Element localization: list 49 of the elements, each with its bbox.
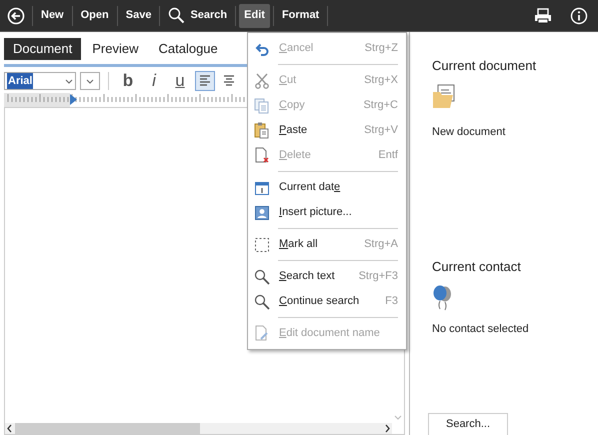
scrollbar-thumb[interactable] <box>15 423 200 434</box>
scissors-icon <box>254 72 270 88</box>
toolbar-button[interactable]: Format <box>276 4 324 28</box>
search-icon <box>168 7 186 24</box>
menu-item[interactable]: Paste Strg+V <box>248 118 406 143</box>
menu-item[interactable]: Current date <box>248 175 406 200</box>
font-size-select[interactable] <box>80 72 100 90</box>
dropdown-icon <box>86 78 94 84</box>
info-icon[interactable] <box>570 6 588 24</box>
back-icon <box>7 6 25 24</box>
search-icon <box>254 268 270 284</box>
toolbar-button[interactable]: Open <box>76 4 114 28</box>
clipboard-icon <box>254 122 270 139</box>
toolbar-button[interactable]: Edit <box>239 4 270 28</box>
balloons-icon <box>432 284 454 312</box>
tab[interactable]: Preview <box>83 38 148 60</box>
delete-document-icon <box>254 147 270 164</box>
horizontal-scrollbar[interactable] <box>5 423 392 434</box>
section-title: Current document <box>432 57 538 75</box>
align-left-icon <box>199 75 211 87</box>
search-button[interactable]: Search <box>163 4 232 28</box>
edit-document-icon <box>254 325 270 342</box>
printer-icon[interactable] <box>534 8 552 24</box>
italic-button[interactable]: i <box>143 71 165 91</box>
menu-item[interactable]: Search text Strg+F3 <box>248 264 406 289</box>
dropdown-icon <box>65 78 73 84</box>
search-button[interactable]: Search... <box>428 413 508 435</box>
menu-item[interactable]: Continue search F3 <box>248 289 406 314</box>
calendar-icon <box>254 180 270 196</box>
selection-icon <box>254 236 270 252</box>
document-name: New document <box>432 124 506 140</box>
menu-item[interactable]: Insert picture... <box>248 200 406 225</box>
tab[interactable]: Catalogue <box>150 38 227 60</box>
toolbar-button[interactable]: Save <box>120 4 156 28</box>
align-left-button[interactable] <box>195 71 215 91</box>
align-center-icon <box>223 75 235 87</box>
search-icon <box>254 294 270 310</box>
copy-icon <box>254 98 270 114</box>
portrait-icon <box>254 204 270 220</box>
scroll-down-icon <box>394 415 402 420</box>
underline-button[interactable]: u <box>169 71 191 91</box>
tab[interactable]: Document <box>4 38 82 60</box>
font-select[interactable]: Arial <box>4 72 76 90</box>
section-title: Current contact <box>432 258 522 276</box>
bold-button[interactable]: b <box>117 71 139 91</box>
font-name: Arial <box>7 72 34 90</box>
contact-name: No contact selected <box>432 322 530 336</box>
toolbar-button[interactable]: New <box>36 4 69 28</box>
menu-item[interactable]: Mark all Strg+A <box>248 232 406 257</box>
